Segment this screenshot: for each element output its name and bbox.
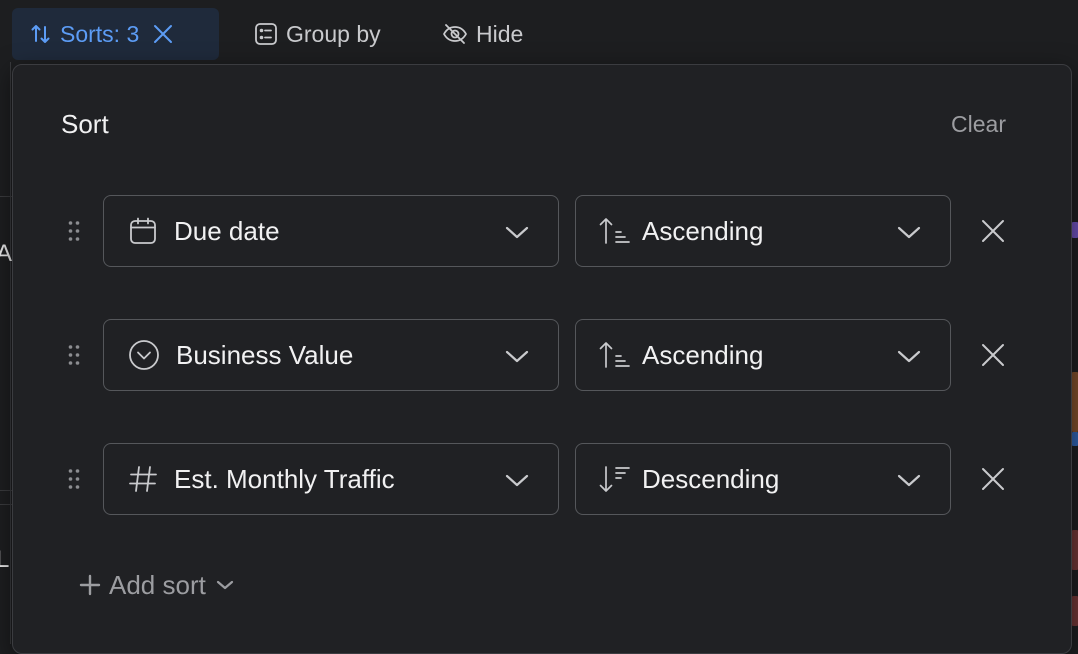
plus-icon xyxy=(79,574,101,596)
group-list-icon xyxy=(255,23,277,45)
add-sort-label: Add sort xyxy=(109,569,206,600)
hide-button[interactable]: Hide xyxy=(424,8,554,60)
group-by-button[interactable]: Group by xyxy=(236,8,416,60)
close-icon xyxy=(982,468,1004,490)
sort-rule-row: Due date Ascending xyxy=(13,195,1073,267)
sorts-button-label: Sorts: 3 xyxy=(60,20,140,47)
chevron-down-icon xyxy=(216,580,233,590)
sort-direction-select[interactable]: Descending xyxy=(575,443,951,515)
close-icon xyxy=(982,220,1004,242)
chevron-down-icon xyxy=(505,350,529,363)
chevron-down-icon xyxy=(897,350,921,363)
sorts-button[interactable]: Sorts: 3 xyxy=(12,8,219,60)
chevron-down-icon xyxy=(505,226,529,239)
chevron-down-icon xyxy=(897,226,921,239)
sort-field-select[interactable]: Est. Monthly Traffic xyxy=(103,443,559,515)
sort-ascending-icon xyxy=(599,342,630,368)
remove-sort-button[interactable] xyxy=(979,465,1007,493)
background-column-divider xyxy=(10,62,11,644)
background-cell-text: A xyxy=(0,240,13,267)
sort-direction-label: Ascending xyxy=(642,339,764,370)
sort-field-select[interactable]: Business Value xyxy=(103,319,559,391)
sort-field-select[interactable]: Due date xyxy=(103,195,559,267)
background-row-divider xyxy=(0,490,12,491)
sort-field-label: Due date xyxy=(174,215,280,246)
add-sort-button[interactable]: Add sort xyxy=(79,565,234,605)
sort-popover: Sort Clear Due date Ascending Business V… xyxy=(12,64,1072,654)
background-row-divider xyxy=(0,504,12,505)
drag-handle-icon[interactable] xyxy=(67,219,81,243)
sort-field-label: Est. Monthly Traffic xyxy=(174,463,395,494)
sort-direction-label: Ascending xyxy=(642,215,764,246)
clear-sorts-button[interactable] xyxy=(153,24,173,44)
chevron-down-icon xyxy=(505,474,529,487)
sort-rule-row: Business Value Ascending xyxy=(13,319,1073,391)
remove-sort-button[interactable] xyxy=(979,341,1007,369)
background-row-divider xyxy=(0,196,12,197)
select-circle-icon xyxy=(129,340,159,370)
close-icon xyxy=(154,25,173,43)
sort-arrows-icon xyxy=(31,25,50,43)
number-hash-icon xyxy=(129,466,157,492)
chevron-down-icon xyxy=(897,474,921,487)
sort-direction-select[interactable]: Ascending xyxy=(575,319,951,391)
view-toolbar: Sorts: 3 Group by Hide xyxy=(0,0,1078,62)
sort-direction-label: Descending xyxy=(642,463,780,494)
drag-handle-icon[interactable] xyxy=(67,467,81,491)
close-icon xyxy=(982,344,1004,366)
sort-rule-row: Est. Monthly Traffic Descending xyxy=(13,443,1073,515)
sort-ascending-icon xyxy=(599,218,630,244)
sort-descending-icon xyxy=(599,466,630,492)
background-cell-text: L xyxy=(0,546,10,573)
calendar-icon xyxy=(130,217,156,244)
background-color-strip xyxy=(1072,596,1078,626)
popover-title: Sort xyxy=(61,109,109,139)
hide-label: Hide xyxy=(476,20,524,47)
drag-handle-icon[interactable] xyxy=(67,343,81,367)
group-by-label: Group by xyxy=(286,20,381,47)
eye-off-icon xyxy=(443,24,467,44)
clear-button[interactable]: Clear xyxy=(951,111,1006,138)
background-color-strip xyxy=(1072,530,1078,570)
sort-field-label: Business Value xyxy=(176,339,354,370)
sort-direction-select[interactable]: Ascending xyxy=(575,195,951,267)
remove-sort-button[interactable] xyxy=(979,217,1007,245)
